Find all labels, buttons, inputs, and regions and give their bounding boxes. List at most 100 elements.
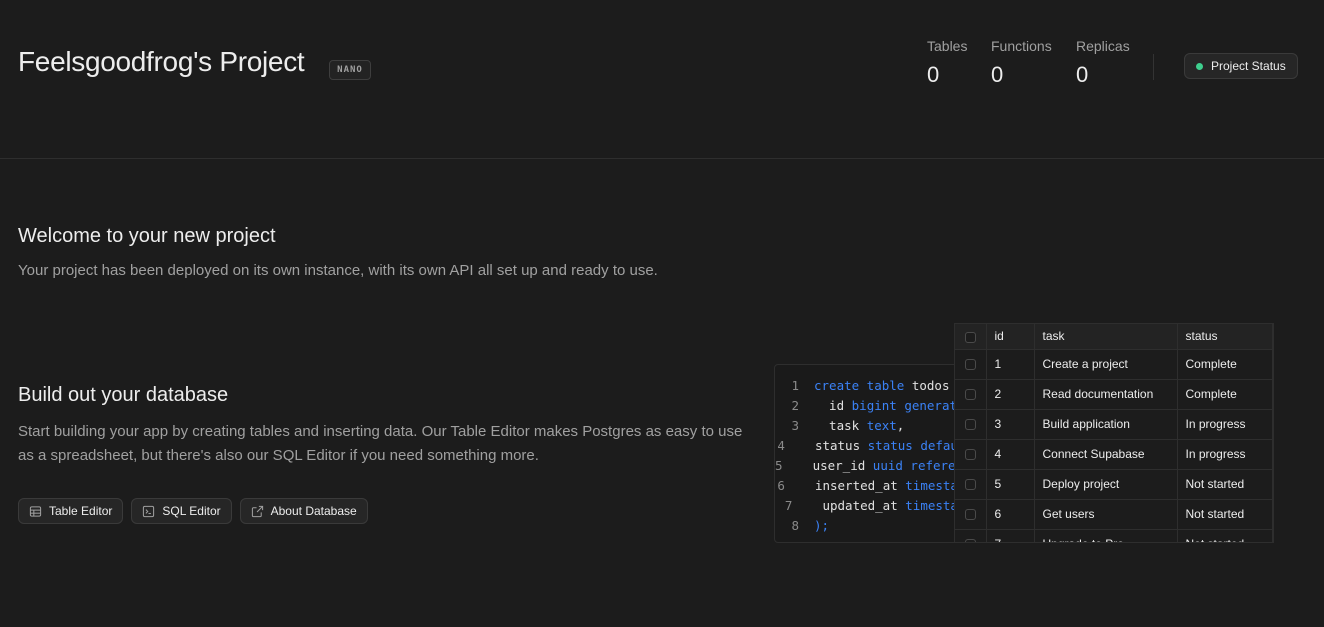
cell-status: Not started — [1177, 469, 1273, 500]
code-text: status — [799, 438, 868, 453]
table-row: 7 Upgrade to Pro Not started — [955, 529, 1273, 542]
cell-status: In progress — [1177, 409, 1273, 440]
cell-id: 7 — [986, 529, 1035, 542]
table-header-row: id task status — [955, 324, 1273, 350]
row-checkbox[interactable] — [964, 479, 976, 491]
project-title: Feelsgoodfrog's Project — [18, 46, 305, 77]
table-row: 3 Build application In progress — [955, 409, 1273, 440]
code-text: task — [814, 418, 867, 433]
stat-label: Tables — [927, 38, 968, 54]
cell-status: Not started — [1177, 529, 1273, 542]
about-database-button[interactable]: About Database — [239, 498, 368, 524]
table-row: 1 Create a project Complete — [955, 349, 1273, 380]
cell-task: Read documentation — [1034, 379, 1178, 410]
cell-status: Complete — [1177, 379, 1273, 410]
code-line: 7 updated_at timestamp — [775, 496, 973, 516]
line-number: 4 — [777, 438, 785, 453]
row-select-cell — [955, 439, 987, 470]
row-checkbox[interactable] — [964, 359, 976, 371]
row-select-cell — [955, 469, 987, 500]
code-line: 2 id bigint generated — [775, 396, 973, 416]
row-select-cell — [955, 349, 987, 380]
line-number: 8 — [791, 518, 799, 533]
todos-table: id task status 1 Create a project Comple… — [955, 324, 1273, 542]
cell-task: Deploy project — [1034, 469, 1178, 500]
build-title: Build out your database — [18, 384, 229, 406]
row-checkbox[interactable] — [964, 539, 976, 542]
row-select-cell — [955, 379, 987, 410]
column-header-status: status — [1177, 324, 1273, 350]
row-select-cell — [955, 409, 987, 440]
table-row: 5 Deploy project Not started — [955, 469, 1273, 500]
code-line: 8); — [775, 516, 973, 536]
header-divider — [1153, 54, 1154, 80]
cell-id: 5 — [986, 469, 1035, 500]
cell-status: Complete — [1177, 349, 1273, 380]
code-line: 6 inserted_at timestamp — [775, 476, 973, 496]
code-keyword: text — [866, 418, 897, 433]
code-line: 3 task text, — [775, 416, 973, 436]
stat-value: 0 — [991, 62, 1004, 87]
stat-value: 0 — [927, 62, 940, 87]
table-icon — [29, 505, 42, 517]
select-all-checkbox[interactable] — [964, 331, 976, 343]
table-row: 2 Read documentation Complete — [955, 379, 1273, 410]
status-dot-icon — [1196, 62, 1203, 70]
cell-status: In progress — [1177, 439, 1273, 470]
table-preview: id task status 1 Create a project Comple… — [954, 323, 1274, 543]
table-editor-button[interactable]: Table Editor — [18, 498, 124, 524]
terminal-icon — [143, 505, 155, 517]
line-number: 3 — [791, 418, 799, 433]
line-number: 6 — [777, 478, 785, 493]
code-text: id — [814, 398, 852, 413]
select-all-cell — [955, 324, 987, 350]
project-status-button[interactable]: Project Status — [1184, 53, 1298, 79]
line-number: 2 — [791, 398, 799, 413]
stat-functions: Functions 0 — [991, 38, 1052, 88]
row-checkbox[interactable] — [964, 509, 976, 521]
code-line: 5 user_id uuid references — [775, 456, 973, 476]
code-keyword: create table — [814, 378, 905, 393]
sql-code-preview: 1 create table todos ( 2 id bigint genera… — [774, 364, 974, 543]
cell-task: Connect Supabase — [1034, 439, 1178, 470]
stat-value: 0 — [1076, 62, 1089, 87]
code-text: user_id — [797, 458, 873, 473]
row-checkbox[interactable] — [964, 419, 976, 431]
stat-replicas: Replicas 0 — [1076, 38, 1130, 88]
sql-editor-button[interactable]: SQL Editor — [131, 498, 232, 524]
code-text: , — [896, 418, 905, 433]
table-row: 6 Get users Not started — [955, 499, 1273, 530]
code-text: updated_at — [807, 498, 906, 513]
project-status-label: Project Status — [1211, 59, 1286, 73]
code-line: 4 status status default — [775, 436, 973, 456]
code-line: 1 create table todos ( — [775, 376, 973, 396]
cell-id: 4 — [986, 439, 1035, 470]
row-checkbox[interactable] — [964, 449, 976, 461]
stat-label: Functions — [991, 38, 1052, 54]
line-number: 5 — [775, 458, 783, 473]
welcome-description: Your project has been deployed on its ow… — [18, 262, 658, 279]
row-select-cell — [955, 499, 987, 530]
welcome-title: Welcome to your new project — [18, 225, 276, 247]
code-text: inserted_at — [799, 478, 906, 493]
cell-task: Create a project — [1034, 349, 1178, 380]
stat-label: Replicas — [1076, 38, 1130, 54]
build-description: Start building your app by creating tabl… — [18, 423, 743, 464]
line-number: 7 — [784, 498, 793, 513]
sql-editor-label: SQL Editor — [162, 504, 221, 518]
table-row: 4 Connect Supabase In progress — [955, 439, 1273, 470]
cell-status: Not started — [1177, 499, 1273, 530]
cell-id: 6 — [986, 499, 1035, 530]
stat-tables: Tables 0 — [927, 38, 967, 88]
cell-task: Build application — [1034, 409, 1178, 440]
table-editor-label: Table Editor — [49, 504, 113, 518]
row-checkbox[interactable] — [964, 389, 976, 401]
external-link-icon — [251, 505, 263, 517]
about-database-label: About Database — [270, 504, 357, 518]
column-header-task: task — [1034, 324, 1178, 350]
line-number: 1 — [791, 378, 799, 393]
plan-badge: NANO — [329, 60, 371, 80]
code-keyword: ); — [814, 518, 830, 533]
cell-id: 1 — [986, 349, 1035, 380]
cell-task: Upgrade to Pro — [1034, 529, 1178, 542]
